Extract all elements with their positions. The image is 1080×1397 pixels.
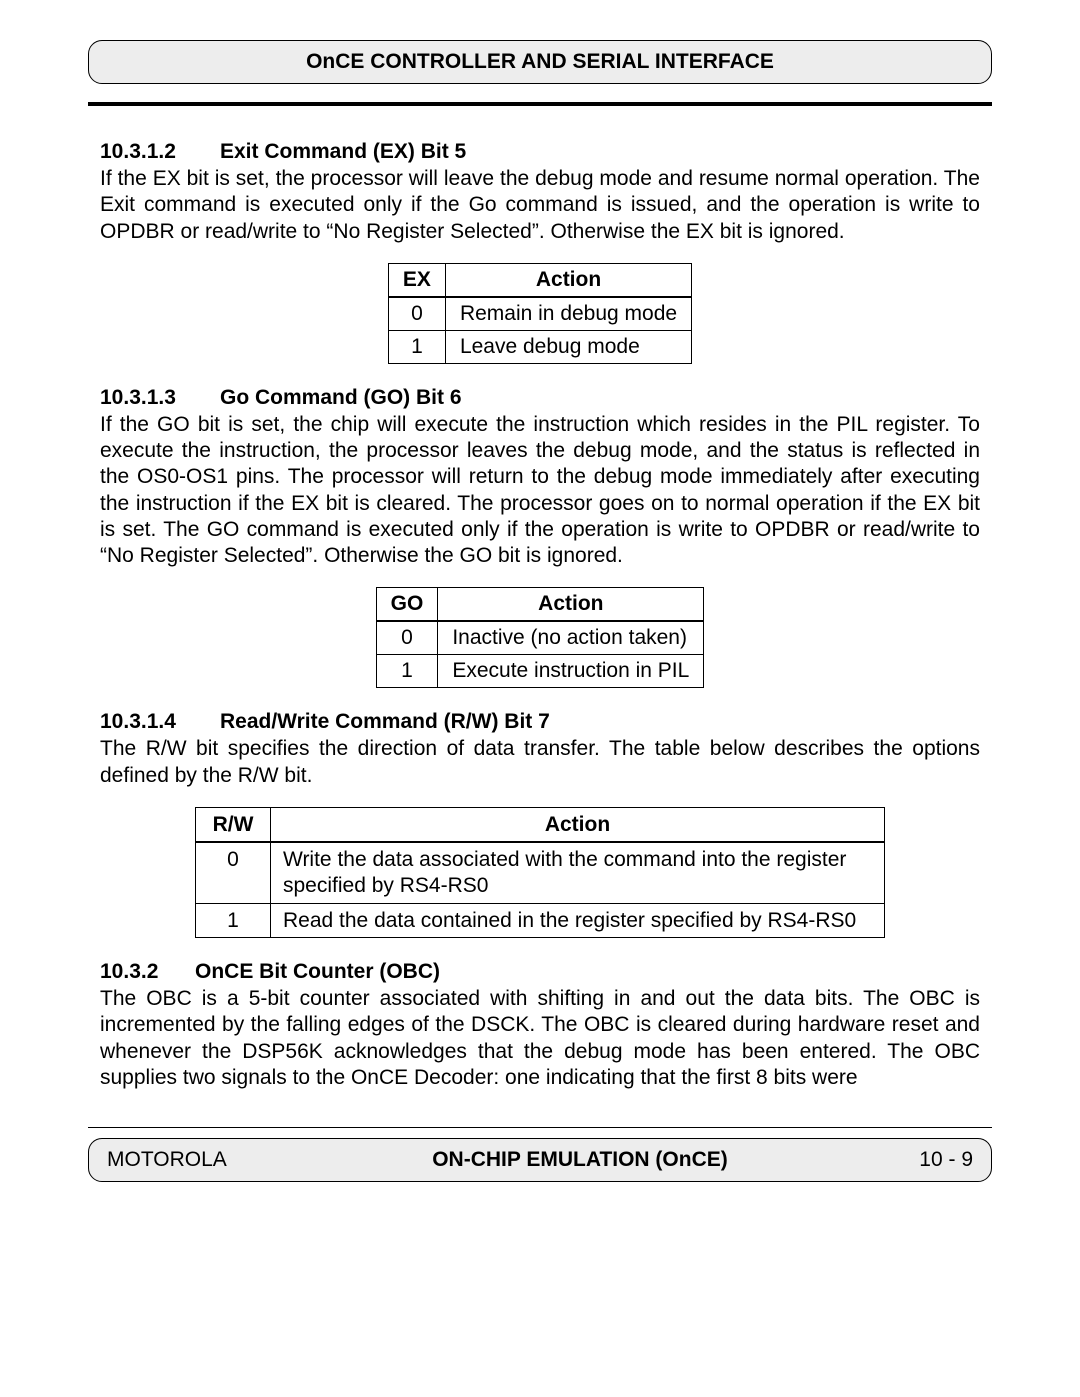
section-number: 10.3.2 (100, 960, 195, 984)
table-cell-code: 0 (196, 842, 271, 903)
table-header-rw: R/W (196, 807, 271, 842)
content-area: 10.3.1.2Exit Command (EX) Bit 5 If the E… (100, 140, 980, 1091)
footer-left: MOTOROLA (107, 1148, 267, 1172)
section-number: 10.3.1.3 (100, 386, 220, 410)
section-number: 10.3.1.4 (100, 710, 220, 734)
header-rule (88, 102, 992, 106)
table-row: 0 Write the data associated with the com… (196, 842, 885, 903)
footer-center: ON-CHIP EMULATION (OnCE) (267, 1148, 893, 1172)
table-cell-code: 1 (388, 330, 445, 363)
section-title: Read/Write Command (R/W) Bit 7 (220, 710, 550, 733)
section-para-10-3-1-3: If the GO bit is set, the chip will exec… (100, 412, 980, 570)
table-row: 0 Remain in debug mode (388, 297, 691, 331)
table-header-action: Action (445, 263, 691, 297)
table-cell-action: Write the data associated with the comma… (271, 842, 885, 903)
table-header-ex: EX (388, 263, 445, 297)
rw-bit-table: R/W Action 0 Write the data associated w… (195, 807, 885, 938)
table-header-row: EX Action (388, 263, 691, 297)
page-header-title: OnCE CONTROLLER AND SERIAL INTERFACE (306, 50, 774, 73)
table-header-go: GO (376, 588, 438, 622)
table-header-row: GO Action (376, 588, 704, 622)
table-row: 1 Execute instruction in PIL (376, 655, 704, 688)
table-cell-code: 1 (196, 903, 271, 938)
table-cell-action: Read the data contained in the register … (271, 903, 885, 938)
section-para-10-3-1-4: The R/W bit specifies the direction of d… (100, 736, 980, 789)
section-title: Exit Command (EX) Bit 5 (220, 140, 466, 163)
footer-rule (88, 1127, 992, 1128)
page-footer-pill: MOTOROLA ON-CHIP EMULATION (OnCE) 10 - 9 (88, 1138, 992, 1182)
ex-bit-table: EX Action 0 Remain in debug mode 1 Leave… (388, 263, 692, 364)
section-para-10-3-1-2: If the EX bit is set, the processor will… (100, 166, 980, 245)
table-row: 1 Read the data contained in the registe… (196, 903, 885, 938)
table-cell-code: 0 (376, 621, 438, 655)
page-header-pill: OnCE CONTROLLER AND SERIAL INTERFACE (88, 40, 992, 84)
page: OnCE CONTROLLER AND SERIAL INTERFACE 10.… (0, 0, 1080, 1212)
section-heading-10-3-1-2: 10.3.1.2Exit Command (EX) Bit 5 (100, 140, 980, 164)
section-number: 10.3.1.2 (100, 140, 220, 164)
footer-right: 10 - 9 (893, 1148, 973, 1172)
table-cell-action: Remain in debug mode (445, 297, 691, 331)
section-heading-10-3-2: 10.3.2OnCE Bit Counter (OBC) (100, 960, 980, 984)
section-heading-10-3-1-3: 10.3.1.3Go Command (GO) Bit 6 (100, 386, 980, 410)
table-header-action: Action (271, 807, 885, 842)
table-cell-code: 1 (376, 655, 438, 688)
table-cell-action: Leave debug mode (445, 330, 691, 363)
table-cell-action: Inactive (no action taken) (438, 621, 704, 655)
table-cell-action: Execute instruction in PIL (438, 655, 704, 688)
table-row: 0 Inactive (no action taken) (376, 621, 704, 655)
section-para-10-3-2: The OBC is a 5-bit counter associated wi… (100, 986, 980, 1091)
table-header-row: R/W Action (196, 807, 885, 842)
go-bit-table: GO Action 0 Inactive (no action taken) 1… (376, 587, 705, 688)
table-header-action: Action (438, 588, 704, 622)
section-title: Go Command (GO) Bit 6 (220, 386, 462, 409)
section-title: OnCE Bit Counter (OBC) (195, 960, 440, 983)
table-cell-code: 0 (388, 297, 445, 331)
section-heading-10-3-1-4: 10.3.1.4Read/Write Command (R/W) Bit 7 (100, 710, 980, 734)
table-row: 1 Leave debug mode (388, 330, 691, 363)
